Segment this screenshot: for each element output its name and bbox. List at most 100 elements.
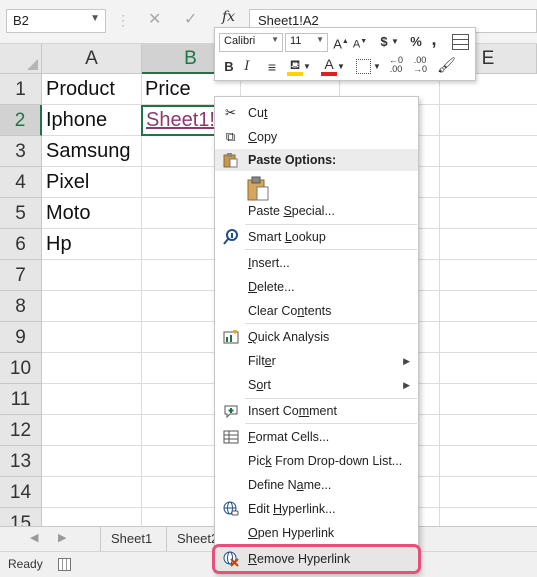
menu-item-clear-contents[interactable]: Clear Contents bbox=[215, 299, 418, 323]
cancel-icon[interactable]: ✕ bbox=[148, 9, 161, 29]
row-header-10[interactable]: 10 bbox=[0, 353, 42, 384]
menu-item-smart-lookup[interactable]: Smart Lookup bbox=[215, 225, 418, 249]
menu-item-define-name[interactable]: Define Name... bbox=[215, 473, 418, 497]
row-header-2[interactable]: 2 bbox=[0, 105, 42, 136]
menu-item-insert-comment[interactable]: Insert Comment bbox=[215, 399, 418, 423]
sheet-tab-sheet1[interactable]: Sheet1 bbox=[100, 527, 162, 551]
decrease-decimal-icon[interactable]: .00 →0 bbox=[411, 56, 429, 74]
row-header-14[interactable]: 14 bbox=[0, 477, 42, 508]
comma-style-icon[interactable]: , bbox=[429, 30, 439, 48]
row-header-12[interactable]: 12 bbox=[0, 415, 42, 446]
menu-item-quick-analysis[interactable]: Quick Analysis bbox=[215, 325, 418, 349]
row-header-13[interactable]: 13 bbox=[0, 446, 42, 477]
select-all-corner[interactable] bbox=[0, 44, 42, 74]
format-cells-icon bbox=[222, 429, 239, 445]
row-header-7[interactable]: 7 bbox=[0, 260, 42, 291]
row-header-5[interactable]: 5 bbox=[0, 198, 42, 229]
copy-label: opy bbox=[257, 130, 278, 144]
row-header-1[interactable]: 1 bbox=[0, 74, 42, 105]
menu-item-paste-special[interactable]: Paste Special... bbox=[215, 199, 418, 223]
macro-record-icon[interactable] bbox=[58, 558, 71, 571]
borders-icon[interactable] bbox=[356, 59, 371, 74]
fill-color-swatch bbox=[287, 72, 303, 76]
menu-item-format-cells[interactable]: Format Cells... bbox=[215, 425, 418, 449]
name-box-value: B2 bbox=[13, 13, 29, 28]
scroll-left-icon[interactable]: ◀ bbox=[30, 531, 38, 544]
insert-function-icon[interactable]: fx bbox=[222, 9, 235, 25]
quick-analysis-label: uick Analysis bbox=[257, 330, 330, 344]
percent-icon[interactable]: % bbox=[409, 33, 423, 51]
cell-a5[interactable]: Moto bbox=[42, 198, 141, 229]
menu-item-copy[interactable]: ⧉ Copy bbox=[215, 125, 418, 149]
comment-icon bbox=[222, 403, 239, 419]
menu-item-delete[interactable]: Delete... bbox=[215, 275, 418, 299]
row-header-3[interactable]: 3 bbox=[0, 136, 42, 167]
separator-dots: ⋮ bbox=[116, 12, 130, 28]
row-header-4[interactable]: 4 bbox=[0, 167, 42, 198]
font-name-select[interactable]: Calibri ▼ bbox=[219, 33, 283, 52]
insert-comment-label: Insert Co bbox=[248, 404, 299, 418]
mini-toolbar: Calibri ▼ 11 ▼ A▲ A▼ $ ▼ % , B I ≡ ⛾ ▼ A… bbox=[214, 27, 476, 81]
format-cells-label: ormat Cells... bbox=[255, 430, 330, 444]
grow-font-letter: A bbox=[333, 36, 342, 52]
pick-list-label: Pic bbox=[248, 454, 266, 468]
sort-label-rest: rt bbox=[263, 378, 271, 392]
row-header-11[interactable]: 11 bbox=[0, 384, 42, 415]
chevron-down-icon[interactable]: ▼ bbox=[373, 58, 381, 76]
paste-special-label: Paste bbox=[248, 204, 284, 218]
row-header-8[interactable]: 8 bbox=[0, 291, 42, 322]
cell-a3[interactable]: Samsung bbox=[42, 136, 141, 167]
remove-hyperlink-icon bbox=[222, 551, 239, 567]
format-table-icon[interactable] bbox=[452, 34, 469, 50]
menu-item-insert[interactable]: Insert... bbox=[215, 251, 418, 275]
menu-item-edit-hyperlink[interactable]: Edit Hyperlink... bbox=[215, 497, 418, 521]
chevron-down-icon[interactable]: ▼ bbox=[90, 13, 100, 24]
filter-label-rest: r bbox=[271, 354, 276, 368]
font-color-icon[interactable]: A bbox=[321, 56, 337, 76]
cell-a2[interactable]: Iphone bbox=[42, 105, 141, 136]
paste-options-label: Paste Options: bbox=[248, 153, 337, 167]
row-header-6[interactable]: 6 bbox=[0, 229, 42, 260]
paint-bucket-glyph: ⛾ bbox=[289, 57, 301, 72]
font-size-select[interactable]: 11 ▼ bbox=[285, 33, 328, 52]
cut-label: Cu bbox=[248, 106, 264, 120]
decrease-font-size-icon[interactable]: A▼ bbox=[352, 33, 368, 54]
gridline bbox=[439, 74, 440, 526]
smart-lookup-label-rest: ookup bbox=[291, 230, 326, 244]
menu-item-remove-hyperlink[interactable]: Remove Hyperlink bbox=[212, 544, 421, 574]
cell-a4[interactable]: Pixel bbox=[42, 167, 141, 198]
edit-hyperlink-accel: H bbox=[273, 502, 283, 516]
pick-list-label-rest: From Drop-down List... bbox=[271, 454, 403, 468]
smart-lookup-accel: L bbox=[284, 230, 292, 244]
menu-separator bbox=[245, 423, 417, 424]
align-center-icon[interactable]: ≡ bbox=[263, 58, 281, 76]
chevron-down-icon[interactable]: ▼ bbox=[337, 58, 345, 76]
cell-a1[interactable]: Product bbox=[42, 74, 141, 105]
scroll-right-icon[interactable]: ▶ bbox=[58, 531, 66, 544]
enter-icon[interactable]: ✓ bbox=[184, 9, 197, 29]
menu-item-sort[interactable]: Sort ▶ bbox=[215, 373, 418, 397]
copy-label-accel: C bbox=[248, 130, 258, 144]
menu-item-pick-from-list[interactable]: Pick From Drop-down List... bbox=[215, 449, 418, 473]
fill-color-icon[interactable]: ⛾ bbox=[287, 57, 303, 76]
smart-lookup-icon bbox=[222, 229, 239, 245]
increase-font-size-icon[interactable]: A▲ bbox=[333, 33, 349, 53]
filter-accel: e bbox=[264, 354, 272, 368]
currency-icon[interactable]: $ bbox=[377, 33, 391, 51]
menu-item-cut[interactable]: ✂ Cut bbox=[215, 101, 418, 125]
menu-item-open-hyperlink[interactable]: Open Hyperlink bbox=[215, 521, 418, 545]
row-header-15[interactable]: 15 bbox=[0, 508, 42, 526]
column-header-a[interactable]: A bbox=[42, 44, 142, 74]
format-painter-icon[interactable]: 🖌 bbox=[437, 57, 456, 75]
italic-icon[interactable]: I bbox=[241, 58, 253, 76]
bold-icon[interactable]: B bbox=[221, 58, 237, 76]
chevron-down-icon[interactable]: ▼ bbox=[303, 58, 311, 76]
cell-a6[interactable]: Hp bbox=[42, 229, 141, 260]
name-box[interactable]: B2 ▼ bbox=[6, 9, 106, 33]
format-cells-accel: F bbox=[248, 430, 256, 444]
menu-item-filter[interactable]: Filter ▶ bbox=[215, 349, 418, 373]
increase-decimal-icon[interactable]: ←0.00 bbox=[387, 56, 405, 74]
clear-contents-label: Clear Co bbox=[248, 304, 298, 318]
row-header-9[interactable]: 9 bbox=[0, 322, 42, 353]
chevron-down-icon[interactable]: ▼ bbox=[391, 33, 399, 51]
